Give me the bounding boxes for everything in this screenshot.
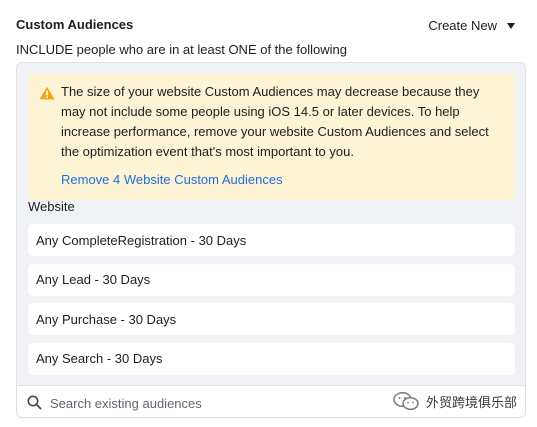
search-icon bbox=[27, 395, 42, 410]
audience-item[interactable]: Any CompleteRegistration - 30 Days bbox=[28, 224, 515, 256]
warning-message: The size of your website Custom Audience… bbox=[61, 84, 489, 159]
watermark-text: 外贸跨境俱乐部 bbox=[426, 395, 518, 411]
audience-item[interactable]: Any Purchase - 30 Days bbox=[28, 303, 515, 336]
caret-down-icon bbox=[507, 22, 515, 29]
audience-selector-box: The size of your website Custom Audience… bbox=[16, 62, 526, 418]
watermark: 外贸跨境俱乐部 bbox=[392, 389, 517, 413]
audience-item[interactable]: Any Lead - 30 Days bbox=[28, 263, 515, 296]
section-header: Custom Audiences Create New bbox=[16, 14, 515, 36]
search-audiences-input[interactable] bbox=[50, 392, 380, 414]
wechat-logo-icon bbox=[393, 391, 419, 411]
remove-audiences-link[interactable]: Remove 4 Website Custom Audiences bbox=[61, 170, 283, 190]
website-section-label: Website bbox=[28, 199, 75, 214]
ios-warning-banner: The size of your website Custom Audience… bbox=[28, 73, 515, 200]
audience-item[interactable]: Any Search - 30 Days bbox=[28, 342, 515, 375]
create-new-label: Create New bbox=[428, 17, 497, 33]
create-new-dropdown[interactable]: Create New bbox=[428, 14, 515, 36]
custom-audiences-panel: Custom Audiences Create New INCLUDE peop… bbox=[0, 0, 537, 427]
include-instruction: INCLUDE people who are in at least ONE o… bbox=[16, 42, 347, 57]
audience-list: Any CompleteRegistration - 30 Days Any L… bbox=[28, 224, 515, 382]
section-title: Custom Audiences bbox=[16, 17, 134, 32]
warning-triangle-icon bbox=[39, 86, 55, 100]
